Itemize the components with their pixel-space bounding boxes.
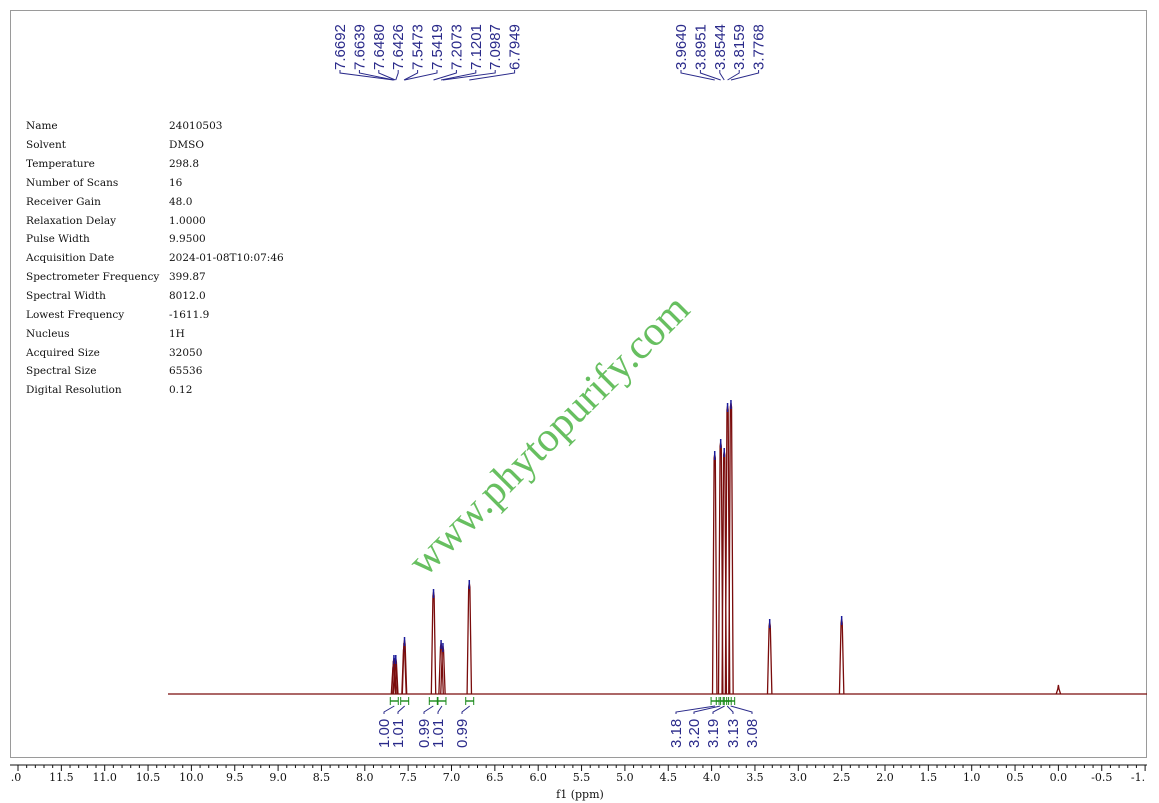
integral-leader (397, 705, 406, 714)
x-axis-title: f1 (ppm) (556, 788, 604, 801)
peak-shift-label: 7.6692 (332, 24, 349, 70)
peak-shift-label: 7.6480 (371, 24, 388, 70)
spectrum-peak (728, 402, 734, 695)
peak-label-leader (358, 70, 395, 81)
integral-leader (461, 705, 471, 714)
peak-shift-label: 7.5419 (429, 24, 446, 70)
spectrum-peak (466, 582, 473, 695)
spectrum-peak (766, 621, 773, 695)
x-axis-tick-label: 0.5 (1006, 771, 1024, 784)
peak-shift-label: 7.6639 (351, 24, 368, 70)
peak-shift-label: 3.9640 (673, 24, 690, 70)
x-axis-tick-label: 7.0 (443, 771, 461, 784)
peak-label-leader (440, 70, 477, 81)
peak-shift-label: 3.7768 (751, 24, 768, 70)
x-axis-tick-label: 4.5 (660, 771, 678, 784)
watermark-text: www.phytopurify.com (400, 286, 699, 585)
peak-shift-label: 3.8544 (712, 24, 729, 70)
peak-label-leader (699, 70, 721, 81)
x-axis-tick-label: 7.5 (399, 771, 417, 784)
x-axis-tick-label: 8.5 (313, 771, 331, 784)
x-axis-tick-label: .0 (11, 771, 22, 784)
x-axis-tick-label: 9.0 (269, 771, 287, 784)
x-axis-tick-label: 4.0 (703, 771, 721, 784)
spectrum-peak (711, 453, 718, 695)
integral-value-label: 3.08 (744, 719, 761, 748)
x-axis-tick-label: 5.0 (616, 771, 634, 784)
integral-value-label: 1.01 (430, 719, 447, 748)
integral-value-label: 1.01 (390, 719, 407, 748)
integral-leader (423, 705, 434, 714)
spectrum-peak (838, 618, 845, 695)
peak-shift-label: 7.6426 (390, 24, 407, 70)
peak-label-leader (395, 70, 399, 81)
spectrum-peak (1055, 684, 1062, 695)
x-axis-tick-label: 6.0 (529, 771, 547, 784)
integral-leader (726, 705, 734, 714)
x-axis-tick-label: -1. (1131, 771, 1145, 784)
x-axis-tick-label: 0.0 (1050, 771, 1068, 784)
integral-value-label: 3.13 (725, 719, 742, 748)
integral-leader (383, 705, 395, 714)
x-axis-tick-label: 2.0 (876, 771, 894, 784)
x-axis-tick-label: 3.0 (790, 771, 808, 784)
integral-leader (437, 705, 443, 714)
x-axis-tick-label: 1.5 (920, 771, 938, 784)
peak-label-leader (719, 70, 725, 81)
peak-shift-label: 3.8951 (692, 24, 709, 70)
x-axis-tick-label: 11.0 (92, 771, 117, 784)
x-axis-tick-label: 9.5 (226, 771, 244, 784)
peak-label-leader (680, 70, 715, 81)
integral-leader (675, 705, 716, 714)
peak-shift-label: 7.0987 (487, 24, 504, 70)
peak-shift-label: 7.1201 (468, 24, 485, 70)
peak-label-leader (404, 70, 438, 81)
x-axis-tick-label: -0.5 (1091, 771, 1112, 784)
integral-value-label: 3.19 (705, 719, 722, 748)
x-axis-tick-label: 1.0 (963, 771, 981, 784)
integral-value-label: 3.20 (686, 719, 703, 748)
x-axis-tick-label: 6.5 (486, 771, 504, 784)
peak-shift-label: 3.8159 (731, 24, 748, 70)
x-axis-tick-label: 2.5 (833, 771, 851, 784)
x-axis-tick-label: 10.0 (179, 771, 204, 784)
nmr-spectrum-chart: www.phytopurify.com 7.6692 7.6639 7.6480 7.6… (10, 24, 1147, 801)
x-axis-tick-label: 10.5 (136, 771, 161, 784)
x-axis-tick-label: 5.5 (573, 771, 591, 784)
peak-shift-label: 7.2073 (448, 24, 465, 70)
integral-value-label: 3.18 (668, 719, 685, 748)
integral-value-label: 0.99 (454, 719, 471, 748)
spectrum-peak (430, 591, 437, 695)
x-axis-tick-label: 3.5 (746, 771, 764, 784)
peak-shift-label: 6.7949 (507, 24, 524, 70)
peak-shift-label: 7.5473 (410, 24, 427, 70)
integral-leader (730, 705, 753, 714)
x-axis-tick-label: 8.0 (356, 771, 374, 784)
x-axis-tick-label: 11.5 (49, 771, 74, 784)
